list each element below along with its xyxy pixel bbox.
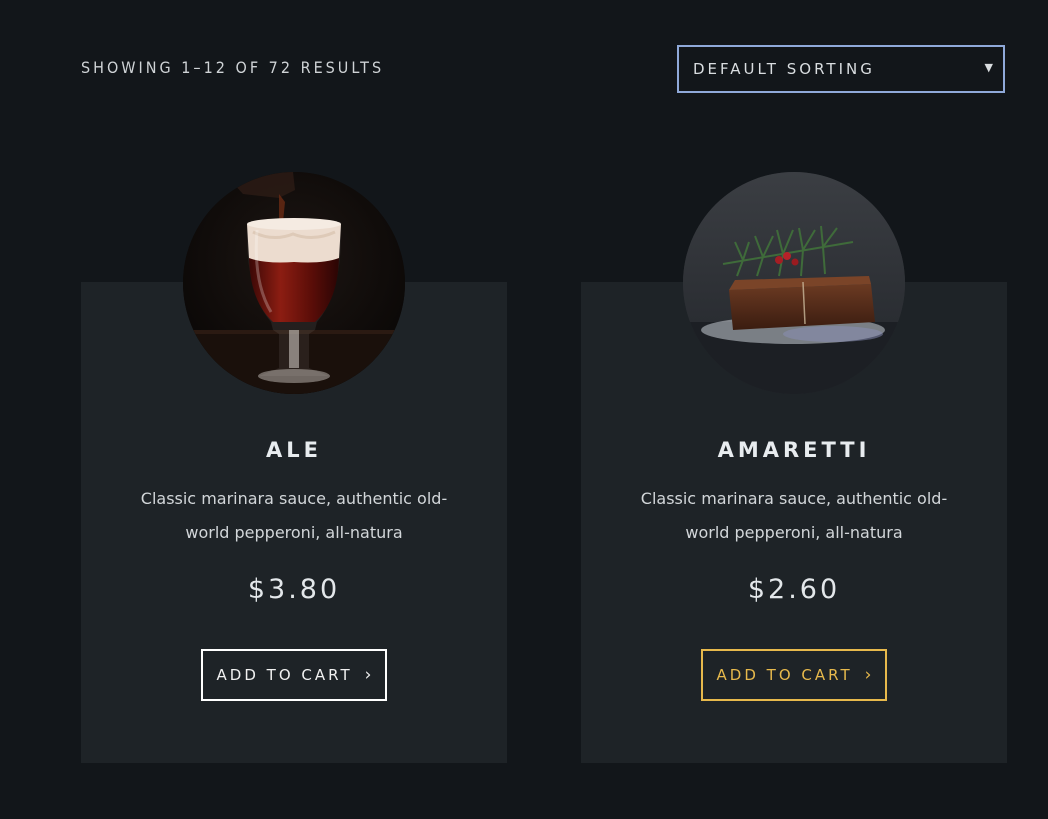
caret-down-icon: ▼ — [984, 61, 993, 74]
product-price: $3.80 — [247, 574, 341, 605]
sort-select[interactable]: DEFAULT SORTING ▼ — [677, 45, 1005, 93]
beer-glass-image[interactable] — [183, 172, 405, 394]
chevron-right-icon: › — [864, 665, 872, 685]
product-description: Classic marinara sauce, authentic old-wo… — [140, 489, 448, 542]
add-to-cart-label: ADD TO CART — [216, 666, 353, 684]
results-count: SHOWING 1–12 OF 72 RESULTS — [81, 58, 385, 77]
product-description: Classic marinara sauce, authentic old-wo… — [640, 489, 948, 542]
cake-image[interactable] — [683, 172, 905, 394]
product-title[interactable]: AMARETTI — [581, 432, 1007, 468]
product-card-content: AMARETTI Classic marinara sauce, authent… — [581, 432, 1007, 701]
chevron-right-icon: › — [364, 665, 372, 685]
product-title[interactable]: ALE — [81, 432, 507, 468]
add-to-cart-label: ADD TO CART — [716, 666, 853, 684]
add-to-cart-button[interactable]: ADD TO CART › — [201, 649, 387, 701]
product-price: $2.60 — [747, 574, 841, 605]
product-card-content: ALE Classic marinara sauce, authentic ol… — [81, 432, 507, 701]
add-to-cart-button[interactable]: ADD TO CART › — [701, 649, 887, 701]
sort-select-value: DEFAULT SORTING — [693, 60, 875, 78]
